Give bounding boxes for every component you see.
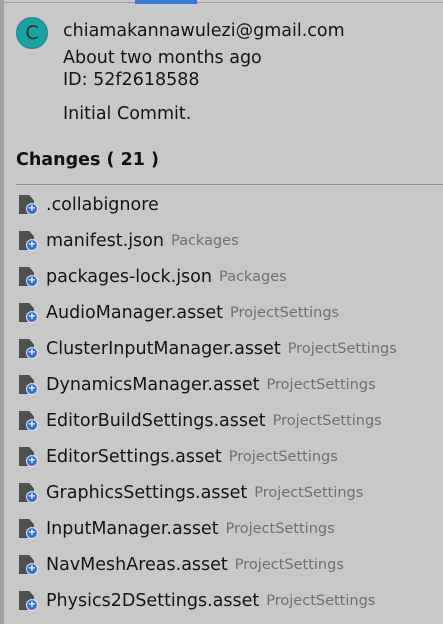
file-list-item[interactable]: + AudioManager.asset ProjectSettings [16, 295, 443, 331]
plus-badge-icon: + [26, 347, 38, 359]
document-icon: + [19, 266, 41, 288]
changes-label: Changes [16, 150, 101, 170]
file-name: InputManager.asset [46, 519, 219, 539]
commit-id-label: ID: [63, 70, 88, 90]
file-name: AudioManager.asset [46, 303, 223, 323]
file-name: manifest.json [46, 231, 164, 251]
plus-badge-icon: + [26, 203, 38, 215]
file-list-item[interactable]: + .collabignore [16, 187, 443, 223]
file-path: ProjectSettings [266, 593, 376, 609]
plus-badge-icon: + [26, 599, 38, 611]
file-path: ProjectSettings [228, 449, 338, 465]
file-list-item[interactable]: + InputManager.asset ProjectSettings [16, 511, 443, 547]
plus-badge-icon: + [26, 275, 38, 287]
commit-id-value: 52f2618588 [93, 70, 200, 90]
file-path: Packages [170, 233, 239, 249]
file-list-item[interactable]: + manifest.json Packages [16, 223, 443, 259]
file-list-item[interactable]: + ClusterInputManager.asset ProjectSetting… [16, 331, 443, 367]
panel-left-border [0, 0, 4, 624]
plus-badge-icon: + [26, 455, 38, 467]
document-icon: + [19, 446, 41, 468]
document-icon: + [19, 230, 41, 252]
plus-badge-icon: + [26, 491, 38, 503]
document-icon: + [19, 302, 41, 324]
file-list-item[interactable]: + NavMeshAreas.asset ProjectSettings [16, 547, 443, 583]
file-path: ProjectSettings [266, 377, 376, 393]
file-path: ProjectSettings [230, 305, 340, 321]
changed-files-list: + .collabignore + manifest.json Packages + pac… [16, 187, 443, 619]
document-icon: + [19, 554, 41, 576]
document-icon: + [19, 482, 41, 504]
file-list-item[interactable]: + EditorSettings.asset ProjectSettings [16, 439, 443, 475]
file-path: ProjectSettings [254, 485, 364, 501]
file-name: Physics2DSettings.asset [46, 591, 260, 611]
active-tab-indicator[interactable] [135, 0, 197, 4]
file-path: ProjectSettings [234, 557, 344, 573]
document-icon: + [19, 338, 41, 360]
file-list-item[interactable]: + GraphicsSettings.asset ProjectSettings [16, 475, 443, 511]
file-name: EditorBuildSettings.asset [46, 411, 266, 431]
plus-badge-icon: + [26, 311, 38, 323]
changes-header: Changes ( 21 ) [16, 150, 159, 170]
file-list-item[interactable]: + DynamicsManager.asset ProjectSettings [16, 367, 443, 403]
commit-author-email: chiamakannawulezi@gmail.com [63, 21, 345, 41]
file-name: GraphicsSettings.asset [46, 483, 248, 503]
file-path: ProjectSettings [272, 413, 382, 429]
commit-id: ID: 52f2618588 [63, 70, 200, 90]
plus-badge-icon: + [26, 563, 38, 575]
document-icon: + [19, 194, 41, 216]
plus-badge-icon: + [26, 527, 38, 539]
plus-badge-icon: + [26, 239, 38, 251]
file-path: ProjectSettings [287, 341, 397, 357]
document-icon: + [19, 590, 41, 612]
file-list-item[interactable]: + Physics2DSettings.asset ProjectSettings [16, 583, 443, 619]
plus-badge-icon: + [26, 419, 38, 431]
file-name: NavMeshAreas.asset [46, 555, 228, 575]
commit-message: Initial Commit. [63, 104, 192, 124]
file-path: ProjectSettings [225, 521, 335, 537]
file-list-item[interactable]: + packages-lock.json Packages [16, 259, 443, 295]
file-name: EditorSettings.asset [46, 447, 222, 467]
plus-badge-icon: + [26, 383, 38, 395]
file-name: .collabignore [46, 195, 159, 215]
file-path: Packages [218, 269, 287, 285]
changes-divider [16, 184, 443, 185]
file-name: ClusterInputManager.asset [46, 339, 281, 359]
changes-count: ( 21 ) [106, 150, 160, 170]
document-icon: + [19, 374, 41, 396]
document-icon: + [19, 410, 41, 432]
commit-time: About two months ago [63, 48, 262, 68]
file-list-item[interactable]: + EditorBuildSettings.asset ProjectSetting… [16, 403, 443, 439]
file-name: DynamicsManager.asset [46, 375, 260, 395]
tab-bar-divider [4, 2, 443, 3]
file-name: packages-lock.json [46, 267, 212, 287]
document-icon: + [19, 518, 41, 540]
avatar: C [16, 17, 48, 49]
